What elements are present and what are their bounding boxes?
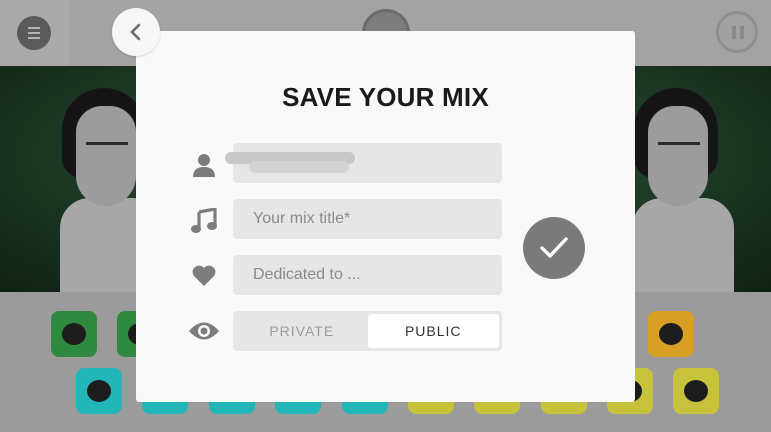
dialog-title: SAVE YOUR MIX: [282, 82, 489, 112]
sound-tile[interactable]: [51, 311, 97, 357]
heart-icon: [188, 260, 220, 292]
dedicated-to-input[interactable]: [233, 255, 502, 295]
visibility-toggle[interactable]: PRIVATE PUBLIC: [233, 311, 502, 351]
sound-tile[interactable]: [673, 368, 719, 414]
eye-icon: [188, 315, 220, 347]
mix-title-field[interactable]: [233, 199, 502, 239]
hamburger-menu-icon[interactable]: [17, 16, 51, 50]
confirm-button[interactable]: [523, 217, 585, 279]
private-option[interactable]: PRIVATE: [236, 314, 368, 348]
music-note-icon: [188, 205, 220, 237]
back-button[interactable]: [112, 8, 160, 56]
sound-tile[interactable]: [648, 311, 694, 357]
sound-tile[interactable]: [76, 368, 122, 414]
chevron-left-icon: [130, 23, 141, 41]
dedicated-to-field[interactable]: [233, 255, 502, 295]
user-icon: [188, 149, 220, 181]
checkmark-icon: [540, 237, 568, 258]
redacted-username: [249, 161, 349, 173]
username-field[interactable]: [225, 143, 502, 183]
mix-title-input[interactable]: [233, 199, 502, 239]
save-mix-dialog: SAVE YOUR MIX Your mix title* Dedicated …: [136, 31, 635, 402]
performer-character: [628, 86, 738, 292]
pause-icon[interactable]: [716, 11, 758, 53]
public-option[interactable]: PUBLIC: [367, 314, 499, 348]
